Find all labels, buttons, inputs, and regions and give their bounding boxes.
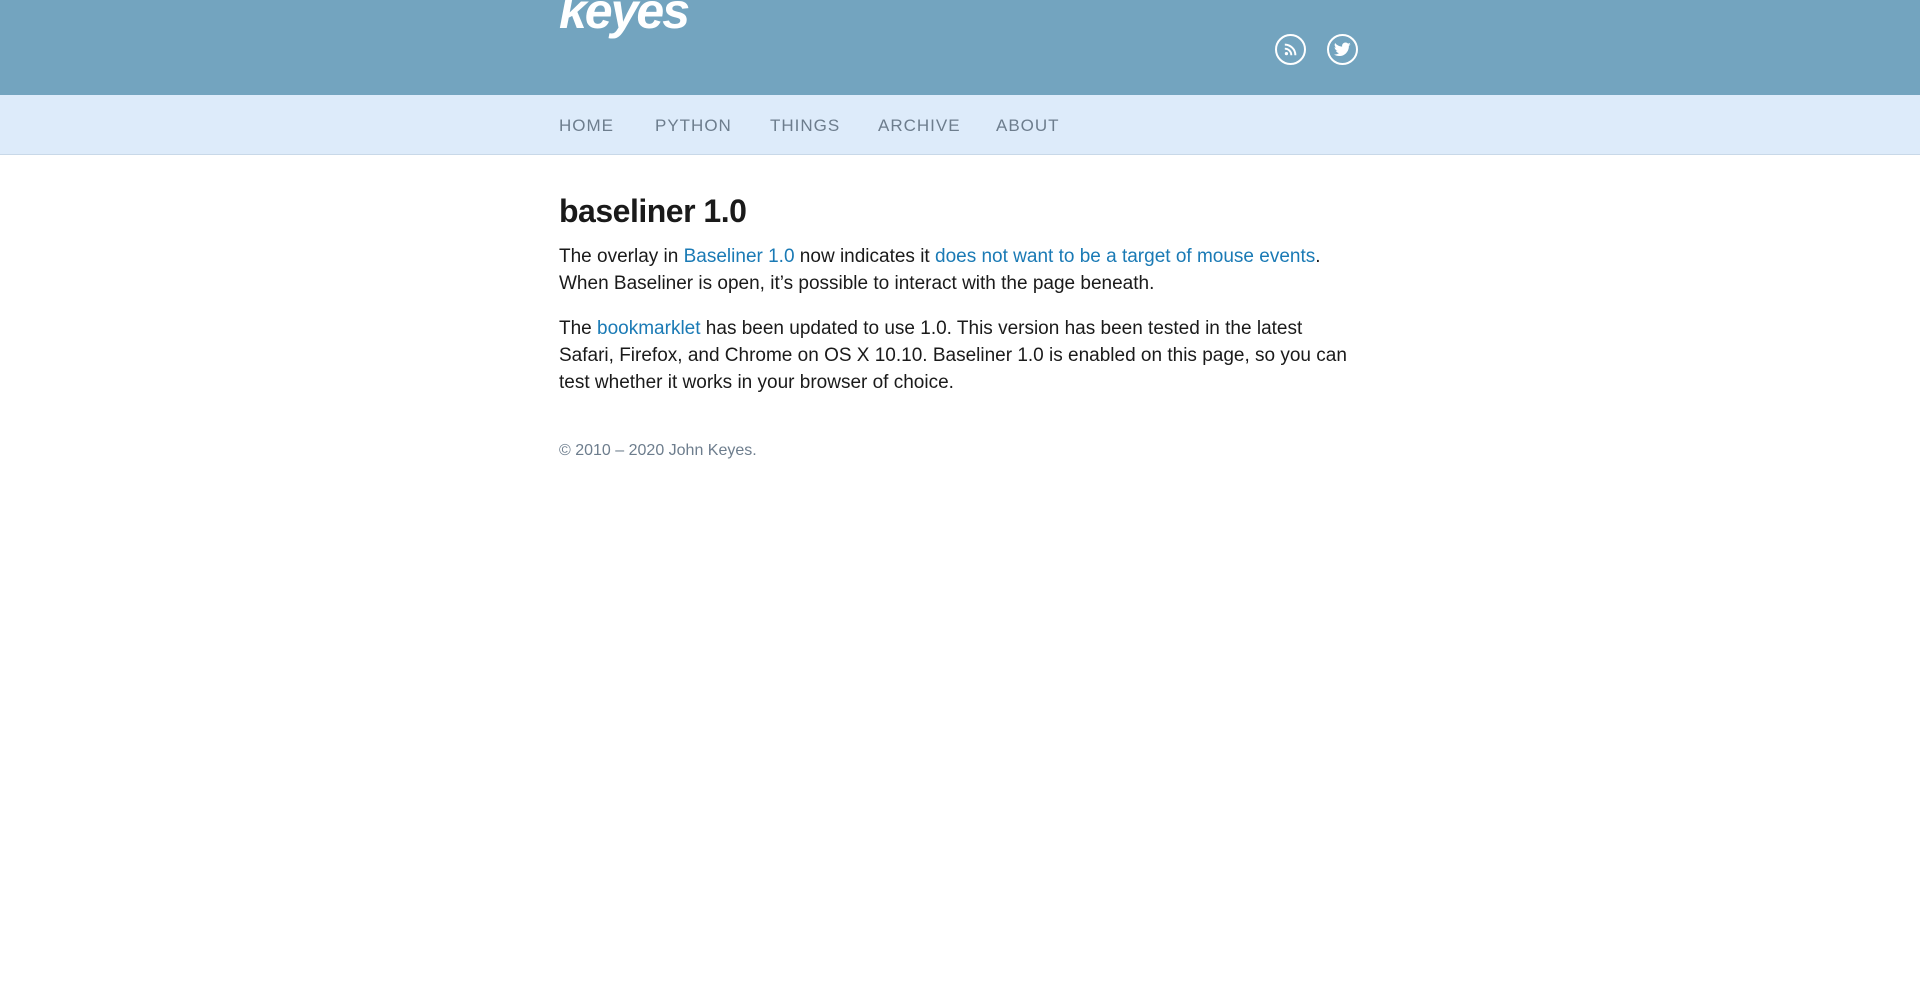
rss-button[interactable] <box>1275 34 1306 65</box>
nav-item-home[interactable]: HOME <box>559 117 614 134</box>
rss-icon <box>1284 43 1297 56</box>
main-nav: HOME PYTHON THINGS ARCHIVE ABOUT <box>0 95 1920 155</box>
nav-item-python[interactable]: PYTHON <box>655 117 732 134</box>
paragraph-text: now indicates it <box>794 246 935 267</box>
site-logo[interactable]: keyes <box>559 0 690 36</box>
paragraph-text: . <box>1315 246 1321 267</box>
nav-item-about[interactable]: ABOUT <box>996 117 1060 134</box>
mouse-events-link[interactable]: does not want to be a target of mouse ev… <box>935 246 1315 267</box>
paragraph-text: The <box>559 318 598 339</box>
site-header: keyes <box>0 0 1920 95</box>
nav-item-archive[interactable]: ARCHIVE <box>878 117 961 134</box>
nav-item-things[interactable]: THINGS <box>770 117 840 134</box>
post-paragraph-1: The overlay in Baseliner 1.0 now indicat… <box>559 243 1349 297</box>
main-content: baseliner 1.0 The overlay in Baseliner 1… <box>559 190 1349 462</box>
baseliner-link[interactable]: Baseliner 1.0 <box>684 246 795 267</box>
post-title: baseliner 1.0 <box>559 193 747 229</box>
twitter-button[interactable] <box>1327 34 1358 65</box>
bookmarklet-link[interactable]: bookmarklet <box>597 318 701 339</box>
paragraph-text: The overlay in <box>559 246 684 267</box>
twitter-icon <box>1334 42 1351 57</box>
post-paragraph-2: The bookmarklet has been updated to use … <box>559 315 1349 396</box>
footer-copyright: © 2010 – 2020 John Keyes. <box>559 442 757 459</box>
paragraph-text: When Baseliner is open, it’s possible to… <box>559 273 1155 294</box>
